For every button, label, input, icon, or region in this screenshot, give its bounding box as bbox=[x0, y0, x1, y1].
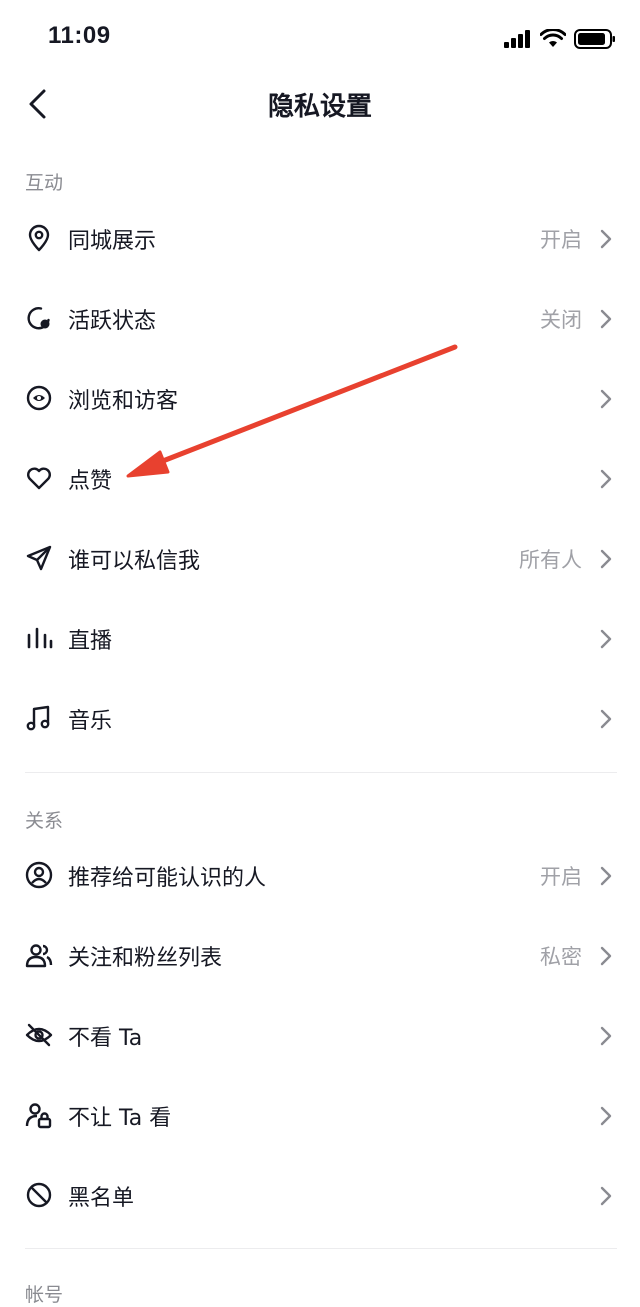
setting-label: 黑名单 bbox=[68, 1186, 135, 1211]
user-circle-icon bbox=[24, 860, 54, 890]
setting-row-likes[interactable]: 点赞 bbox=[0, 439, 640, 519]
chevron-right-icon bbox=[600, 309, 612, 329]
page-title: 隐私设置 bbox=[267, 92, 372, 122]
eye-off-icon bbox=[24, 1020, 54, 1050]
nav-bar: 隐私设置 bbox=[0, 78, 640, 128]
live-bars-icon bbox=[24, 623, 54, 653]
setting-row-following-followers[interactable]: 关注和粉丝列表 私密 bbox=[0, 916, 640, 996]
setting-row-blacklist[interactable]: 黑名单 bbox=[0, 1156, 640, 1236]
users-icon bbox=[24, 940, 54, 970]
setting-row-live[interactable]: 直播 bbox=[0, 599, 640, 679]
setting-row-activity-status[interactable]: 活跃状态 关闭 bbox=[0, 279, 640, 359]
heart-icon bbox=[24, 463, 54, 493]
location-pin-icon bbox=[24, 223, 54, 253]
setting-row-music[interactable]: 音乐 bbox=[0, 679, 640, 759]
chevron-right-icon bbox=[600, 1186, 612, 1206]
activity-status-icon bbox=[24, 303, 54, 333]
chevron-right-icon bbox=[600, 229, 612, 249]
chevron-right-icon bbox=[600, 469, 612, 489]
section-header-account: 帐号 bbox=[25, 1284, 64, 1306]
setting-label: 谁可以私信我 bbox=[68, 549, 201, 574]
setting-value: 开启 bbox=[540, 228, 582, 252]
setting-label: 点赞 bbox=[68, 469, 113, 494]
wifi-icon bbox=[540, 29, 566, 47]
status-icons bbox=[504, 28, 616, 50]
setting-row-hide-their-posts[interactable]: 不看 Ta bbox=[0, 996, 640, 1076]
chevron-right-icon bbox=[600, 946, 612, 966]
setting-value: 所有人 bbox=[519, 548, 582, 572]
chevron-right-icon bbox=[600, 1106, 612, 1126]
setting-label: 不让 Ta 看 bbox=[68, 1106, 172, 1131]
block-icon bbox=[24, 1180, 54, 1210]
section-header-interaction: 互动 bbox=[25, 172, 64, 194]
section-divider bbox=[25, 772, 617, 773]
setting-label: 同城展示 bbox=[68, 229, 157, 254]
setting-label: 活跃状态 bbox=[68, 309, 157, 334]
chevron-right-icon bbox=[600, 389, 612, 409]
section-divider bbox=[25, 1248, 617, 1249]
send-icon bbox=[24, 543, 54, 573]
chevron-right-icon bbox=[600, 709, 612, 729]
setting-label: 音乐 bbox=[68, 709, 113, 734]
setting-row-views-visitors[interactable]: 浏览和访客 bbox=[0, 359, 640, 439]
setting-label: 不看 Ta bbox=[68, 1026, 143, 1051]
chevron-right-icon bbox=[600, 549, 612, 569]
setting-value: 开启 bbox=[540, 865, 582, 889]
setting-row-nearby-display[interactable]: 同城展示 开启 bbox=[0, 199, 640, 279]
setting-value: 私密 bbox=[540, 945, 582, 969]
setting-value: 关闭 bbox=[540, 308, 582, 332]
chevron-right-icon bbox=[600, 629, 612, 649]
battery-icon bbox=[574, 29, 615, 49]
status-time: 11:09 bbox=[48, 22, 111, 49]
setting-row-who-can-message[interactable]: 谁可以私信我 所有人 bbox=[0, 519, 640, 599]
setting-row-hide-from-them[interactable]: 不让 Ta 看 bbox=[0, 1076, 640, 1156]
setting-label: 推荐给可能认识的人 bbox=[68, 866, 267, 891]
setting-label: 直播 bbox=[68, 629, 113, 654]
setting-label: 浏览和访客 bbox=[68, 389, 179, 414]
setting-label: 关注和粉丝列表 bbox=[68, 946, 223, 971]
chevron-right-icon bbox=[600, 866, 612, 886]
eye-icon bbox=[24, 383, 54, 413]
section-header-relation: 关系 bbox=[25, 810, 64, 832]
chevron-right-icon bbox=[600, 1026, 612, 1046]
music-note-icon bbox=[24, 703, 54, 733]
user-lock-icon bbox=[24, 1100, 54, 1130]
setting-row-recommend-to-acquaintances[interactable]: 推荐给可能认识的人 开启 bbox=[0, 836, 640, 916]
cellular-signal-icon bbox=[504, 30, 530, 48]
status-bar: 11:09 bbox=[0, 0, 640, 78]
